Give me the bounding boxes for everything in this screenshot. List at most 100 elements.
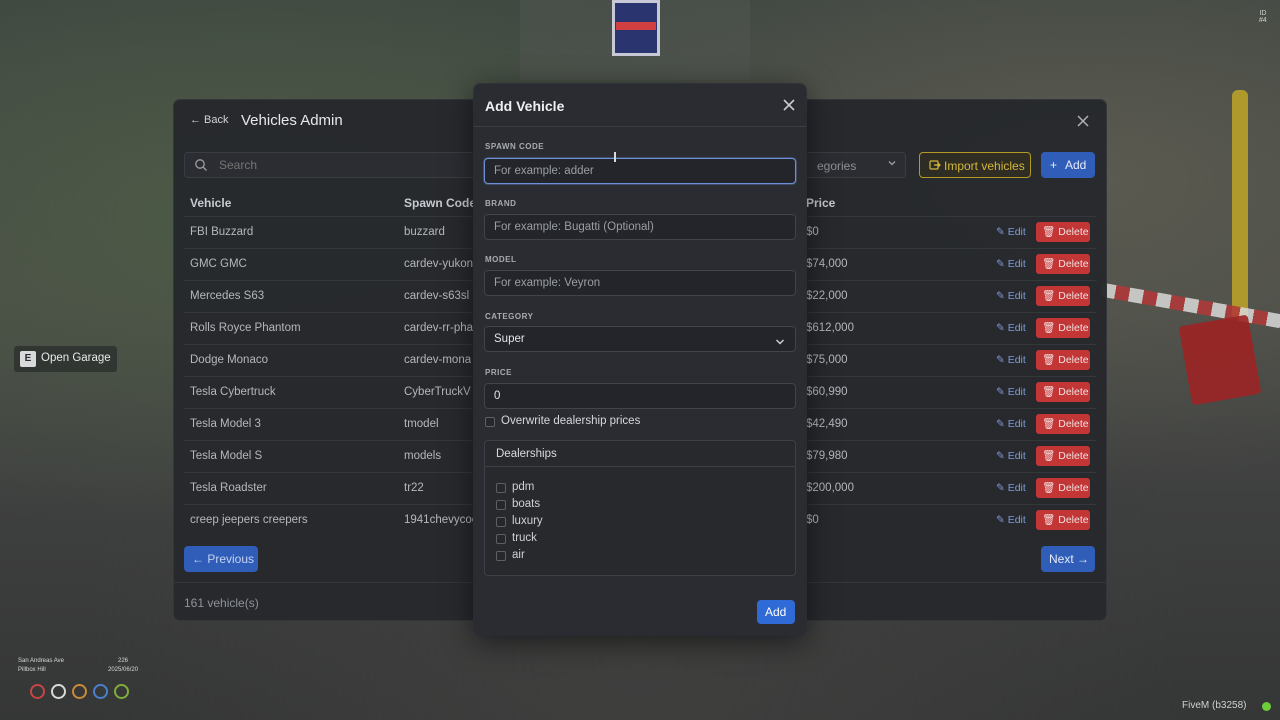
vehicle-name: Tesla Model 3	[190, 418, 261, 430]
dealership-checkbox[interactable]	[496, 551, 506, 561]
dealership-checkbox[interactable]	[496, 483, 506, 493]
delete-button[interactable]: 🗑 Delete	[1036, 446, 1090, 466]
heading-value: 226	[118, 658, 129, 664]
street-name: San Andreas Ave	[18, 658, 64, 664]
vehicle-price: $60,990	[806, 386, 848, 398]
back-button[interactable]: ← Back	[190, 114, 229, 126]
delete-button[interactable]: 🗑 Delete	[1036, 350, 1090, 370]
edit-button[interactable]: ✎ Edit	[996, 322, 1026, 334]
vehicle-spawn-code: cardev-mona	[404, 354, 472, 366]
fivem-build-label: FiveM (b3258)	[1182, 700, 1247, 711]
price-label: PRICE	[485, 368, 512, 377]
column-price: Price	[806, 196, 836, 210]
panel-close-icon[interactable]	[1076, 114, 1090, 128]
edit-button[interactable]: ✎ Edit	[996, 418, 1026, 430]
add-vehicle-modal: Add Vehicle SPAWN CODE BRAND MODEL CATEG…	[474, 84, 806, 636]
edit-button[interactable]: ✎ Edit	[996, 450, 1026, 462]
edit-button[interactable]: ✎ Edit	[996, 386, 1026, 398]
dealership-label: boats	[512, 498, 541, 510]
vehicle-spawn-code: cardev-s63sl	[404, 290, 470, 302]
garage-prompt-label: Open Garage	[41, 352, 111, 364]
overwrite-prices-label: Overwrite dealership prices	[501, 415, 641, 427]
dealerships-box: Dealerships pdm boats luxury truck air	[484, 440, 796, 576]
player-id-badge: ID #4	[1259, 10, 1267, 24]
health-status-icon	[30, 684, 45, 699]
model-label: MODEL	[485, 255, 517, 264]
vehicle-price: $79,980	[806, 450, 848, 462]
chevron-down-icon	[887, 158, 897, 171]
search-icon	[194, 158, 208, 172]
delete-label: 🗑 Delete	[1042, 514, 1089, 526]
background-yellow-barrier	[1232, 90, 1248, 320]
delete-label: 🗑 Delete	[1042, 354, 1089, 366]
delete-button[interactable]: 🗑 Delete	[1036, 318, 1090, 338]
category-selected-value: Super	[494, 333, 525, 345]
modal-title: Add Vehicle	[485, 98, 565, 114]
add-vehicle-label: Add	[1065, 158, 1087, 172]
open-garage-prompt: E Open Garage	[14, 346, 117, 372]
delete-label: 🗑 Delete	[1042, 386, 1089, 398]
delete-button[interactable]: 🗑 Delete	[1036, 382, 1090, 402]
modal-add-label: Add	[765, 605, 787, 619]
dealership-checkbox[interactable]	[496, 517, 506, 527]
vehicle-spawn-code: tmodel	[404, 418, 439, 430]
vehicle-price: $0	[806, 514, 819, 526]
delete-button[interactable]: 🗑 Delete	[1036, 414, 1090, 434]
category-filter-placeholder: egories	[817, 159, 857, 173]
category-label: CATEGORY	[485, 312, 534, 321]
player-id-label: ID	[1259, 10, 1267, 17]
model-input[interactable]	[484, 270, 796, 296]
delete-label: 🗑 Delete	[1042, 290, 1089, 302]
delete-button[interactable]: 🗑 Delete	[1036, 286, 1090, 306]
edit-button[interactable]: ✎ Edit	[996, 290, 1026, 302]
background-sign-stripe	[616, 22, 656, 30]
delete-button[interactable]: 🗑 Delete	[1036, 510, 1090, 530]
search-input[interactable]	[219, 153, 479, 177]
delete-label: 🗑 Delete	[1042, 226, 1089, 238]
delete-button[interactable]: 🗑 Delete	[1036, 478, 1090, 498]
vehicle-price: $74,000	[806, 258, 848, 270]
edit-button[interactable]: ✎ Edit	[996, 226, 1026, 238]
vehicle-spawn-code: cardev-rr-pha	[404, 322, 474, 334]
price-input[interactable]	[484, 383, 796, 409]
vehicle-price: $0	[806, 226, 819, 238]
edit-button[interactable]: ✎ Edit	[996, 482, 1026, 494]
dealership-label: truck	[512, 532, 537, 544]
delete-button[interactable]: 🗑 Delete	[1036, 254, 1090, 274]
vehicle-name: creep jeepers creepers	[190, 514, 308, 526]
vehicle-name: FBI Buzzard	[190, 226, 254, 238]
previous-page-button[interactable]: ← Previous	[184, 546, 258, 572]
modal-header-divider	[474, 126, 806, 127]
add-vehicle-button[interactable]: + Add	[1041, 152, 1095, 178]
category-filter-select[interactable]: egories	[794, 152, 906, 178]
brand-input[interactable]	[484, 214, 796, 240]
dealerships-title: Dealerships	[496, 448, 557, 460]
hud-date: 2025/06/20	[108, 667, 139, 673]
category-select[interactable]: Super	[484, 326, 796, 352]
delete-button[interactable]: 🗑 Delete	[1036, 222, 1090, 242]
vehicle-spawn-code: CyberTruckV	[404, 386, 471, 398]
spawn-code-input[interactable]	[484, 158, 796, 184]
dealership-checkbox[interactable]	[496, 500, 506, 510]
vehicle-price: $75,000	[806, 354, 848, 366]
vehicle-spawn-code: models	[404, 450, 442, 462]
vehicle-name: GMC GMC	[190, 258, 247, 270]
modal-close-icon[interactable]	[782, 98, 796, 112]
delete-label: 🗑 Delete	[1042, 322, 1089, 334]
text-cursor-icon	[614, 152, 616, 162]
plus-icon: +	[1050, 158, 1058, 172]
dealership-checkbox[interactable]	[496, 534, 506, 544]
vehicle-price: $200,000	[806, 482, 854, 494]
thirst-status-icon	[93, 684, 108, 699]
delete-label: 🗑 Delete	[1042, 418, 1089, 430]
area-name: Pillbox Hill	[18, 667, 46, 673]
edit-button[interactable]: ✎ Edit	[996, 258, 1026, 270]
next-page-button[interactable]: Next →	[1041, 546, 1095, 572]
edit-button[interactable]: ✎ Edit	[996, 354, 1026, 366]
overwrite-prices-checkbox[interactable]	[485, 417, 495, 427]
import-vehicles-button[interactable]: Import vehicles	[919, 152, 1031, 178]
vehicle-name: Mercedes S63	[190, 290, 265, 302]
garage-key-hint: E	[20, 351, 36, 367]
edit-button[interactable]: ✎ Edit	[996, 514, 1026, 526]
modal-add-button[interactable]: Add	[757, 600, 795, 624]
